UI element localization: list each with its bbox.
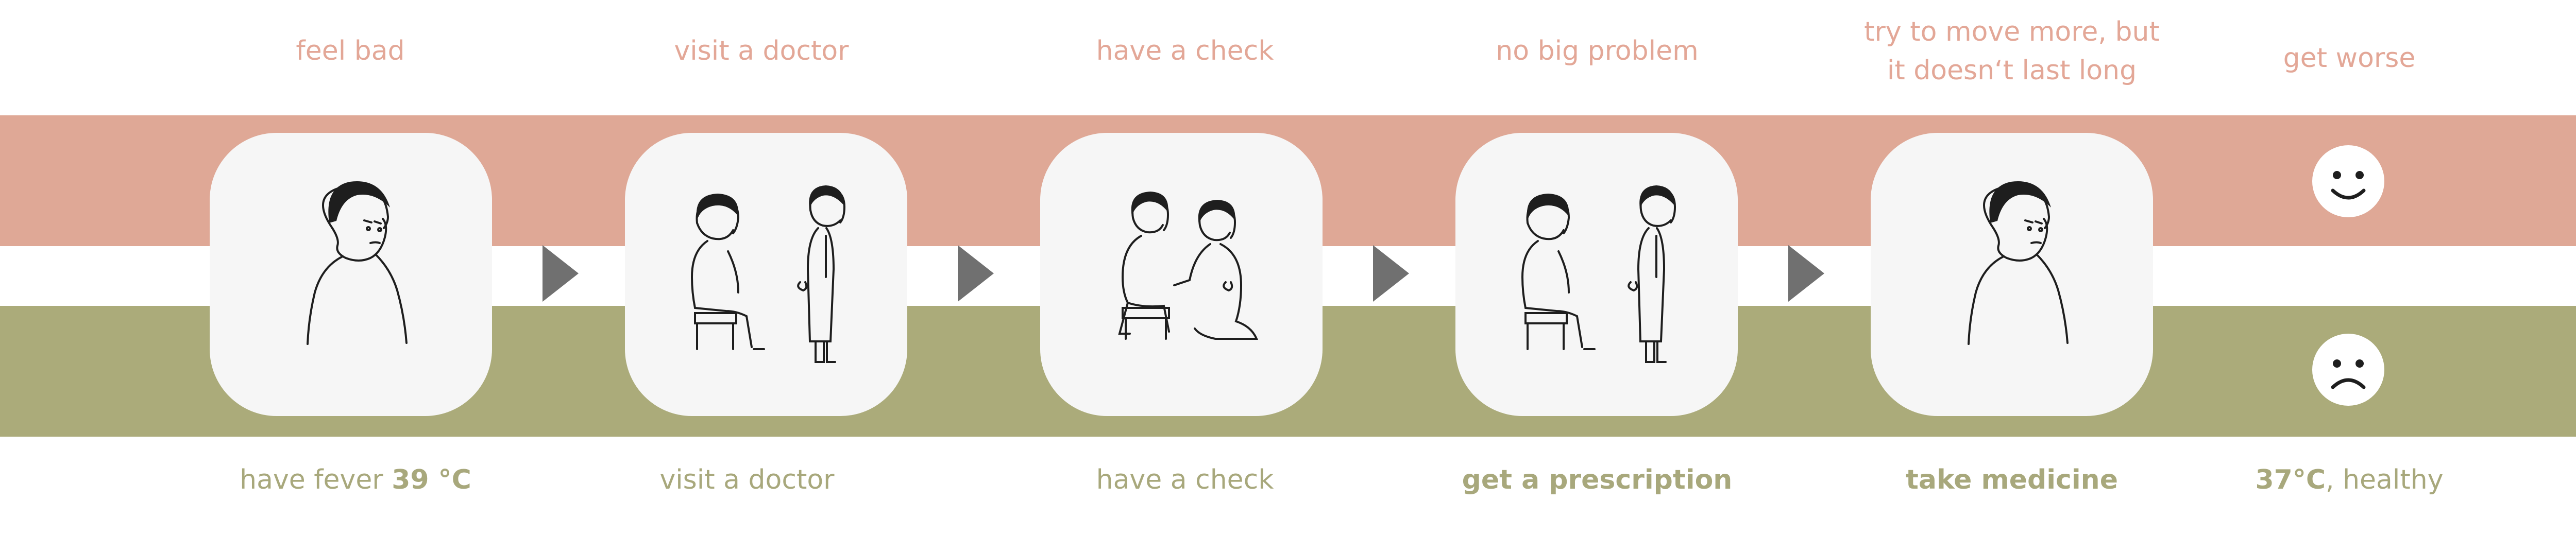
bottom-label-3: have a check	[1096, 464, 1274, 495]
bottom-label-2: visit a doctor	[659, 464, 835, 495]
top-label-1: feel bad	[296, 36, 405, 67]
bottom-label-4: get a prescription	[1462, 464, 1733, 495]
patient-doctor-icon	[690, 185, 846, 363]
bottom-label-6: 37°C, healthy	[2255, 464, 2444, 495]
patient-doctor-icon	[1521, 185, 1676, 363]
smiley-face-icon	[2312, 145, 2384, 217]
step-card-3	[1040, 133, 1323, 416]
sad-person-icon	[307, 181, 408, 345]
top-label-6: get worse	[2283, 43, 2416, 74]
sad-face-glyph	[2331, 359, 2366, 389]
sad-person-icon	[1968, 181, 2069, 345]
bottom-label-1: have fever 39 °C	[240, 464, 471, 495]
arrow-2	[958, 245, 994, 302]
bottom-label-5: take medicine	[1906, 464, 2118, 495]
doctor-examining-icon	[1118, 192, 1259, 340]
top-label-3: have a check	[1096, 36, 1274, 67]
step-card-1	[210, 133, 492, 416]
top-label-5: try to move more, but it doesn‘t last lon…	[1864, 16, 2160, 86]
smiley-face-glyph	[2331, 171, 2366, 200]
top-label-4: no big problem	[1496, 36, 1699, 67]
step-card-4	[1455, 133, 1738, 416]
top-label-2: visit a doctor	[674, 36, 849, 67]
arrow-1	[543, 245, 579, 302]
arrow-3	[1373, 245, 1409, 302]
sad-face-icon	[2312, 334, 2384, 406]
step-card-5	[1871, 133, 2153, 416]
step-card-2	[625, 133, 907, 416]
arrow-4	[1788, 245, 1824, 302]
